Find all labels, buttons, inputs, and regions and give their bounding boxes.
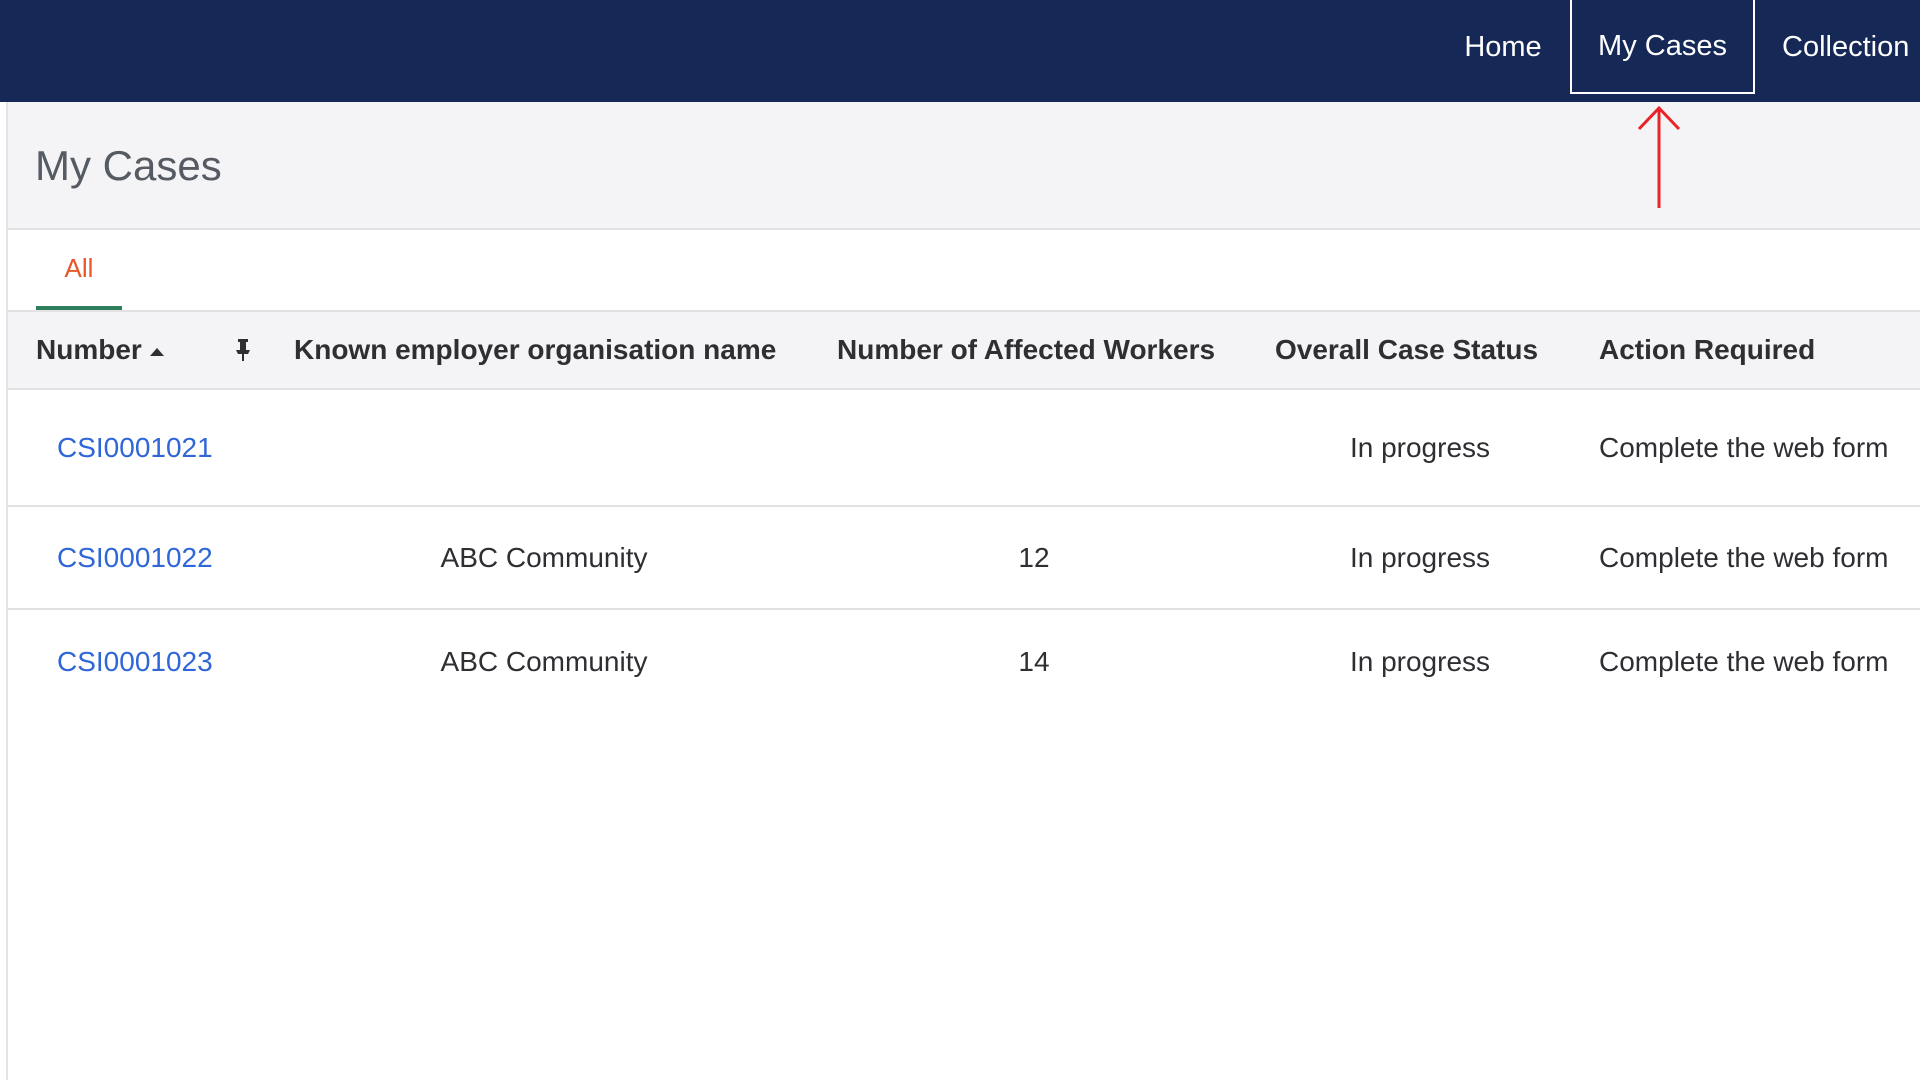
employer-cell: ABC Community <box>440 645 648 677</box>
case-status-cell: In progress <box>1349 645 1491 677</box>
case-number-link[interactable]: CSI0001021 <box>57 390 213 505</box>
employer-cell <box>294 390 794 505</box>
top-navigation-bar: Home My Cases Collection <box>0 0 1920 102</box>
case-number-link[interactable]: CSI0001022 <box>57 507 213 608</box>
sort-ascending-icon <box>149 347 164 356</box>
page-title: My Cases <box>35 142 222 189</box>
affected-workers-cell: 12 <box>1018 541 1050 573</box>
case-status-cell: In progress <box>1349 541 1491 573</box>
nav-collection[interactable]: Collection <box>1766 0 1920 94</box>
tab-all[interactable]: All <box>36 230 122 310</box>
affected-workers-cell <box>837 390 1231 505</box>
table-row: CSI0001022 ABC Community 12 In progress … <box>8 507 1920 610</box>
pin-column-button[interactable] <box>234 312 252 388</box>
nav-my-cases[interactable]: My Cases <box>1570 0 1755 94</box>
table-row: CSI0001023 ABC Community 14 In progress … <box>8 610 1920 713</box>
column-header-case-status[interactable]: Overall Case Status <box>1275 312 1538 388</box>
action-required-cell: Complete the web form <box>1599 431 1889 463</box>
case-number-link[interactable]: CSI0001023 <box>57 610 213 713</box>
action-required-cell: Complete the web form <box>1599 645 1889 677</box>
pin-icon <box>236 339 250 361</box>
table-row: CSI0001021 In progress Complete the web … <box>8 390 1920 507</box>
red-arrow-annotation <box>1637 105 1681 208</box>
affected-workers-cell: 14 <box>1018 645 1050 677</box>
column-header-action-required[interactable]: Action Required <box>1599 312 1815 388</box>
column-header-employer[interactable]: Known employer organisation name <box>294 312 776 388</box>
nav-home[interactable]: Home <box>1448 0 1558 94</box>
column-header-number[interactable]: Number <box>36 312 164 388</box>
employer-cell: ABC Community <box>440 541 648 573</box>
column-header-affected-workers[interactable]: Number of Affected Workers <box>837 312 1215 388</box>
table-header: Number Known employer organisation name … <box>8 312 1920 390</box>
action-required-cell: Complete the web form <box>1599 541 1889 573</box>
case-status-cell: In progress <box>1349 431 1491 463</box>
column-header-number-label: Number <box>36 334 142 365</box>
tab-bar: All <box>8 230 1920 312</box>
main-content: My Cases All Number Known employer organ… <box>6 102 1920 1080</box>
